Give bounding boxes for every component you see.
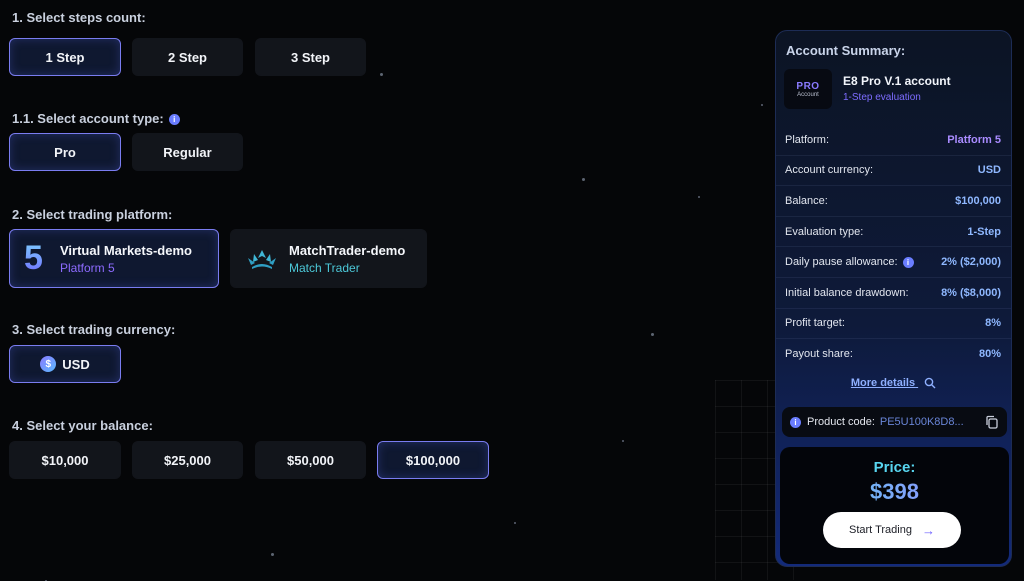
step-option-3[interactable]: 3 Step: [255, 38, 366, 76]
search-icon: [924, 377, 936, 389]
row-label: Initial balance drawdown:: [785, 286, 909, 299]
product-code-bar: i Product code: PE5U100K8D8...: [782, 407, 1007, 437]
currency-label: USD: [62, 356, 90, 372]
balance-title: 4. Select your balance:: [12, 418, 153, 433]
row-label: Daily pause allowance: i: [785, 256, 914, 268]
pro-account-logo: PRO Account: [784, 69, 832, 109]
row-value: 8% ($8,000): [941, 286, 1001, 299]
row-label: Profit target:: [785, 317, 845, 330]
balance-option-100000[interactable]: $100,000: [377, 441, 489, 479]
price-label: Price:: [873, 459, 916, 476]
logo-pro-text: PRO: [796, 80, 820, 92]
account-name: E8 Pro V.1 account: [843, 74, 951, 88]
summary-row-profit-target: Profit target: 8%: [776, 309, 1011, 340]
more-details-link[interactable]: More details: [776, 377, 1011, 389]
platform-option-matchtrader[interactable]: MatchTrader-demo Match Trader: [230, 229, 427, 288]
row-label-text: Daily pause allowance:: [785, 256, 898, 269]
row-label: Account currency:: [785, 164, 874, 177]
summary-row-balance: Balance: $100,000: [776, 186, 1011, 217]
row-label: Payout share:: [785, 348, 853, 361]
row-value: Platform 5: [947, 133, 1001, 146]
balance-option-50000[interactable]: $50,000: [255, 441, 366, 479]
summary-row-drawdown: Initial balance drawdown: 8% ($8,000): [776, 278, 1011, 309]
start-trading-label: Start Trading: [849, 524, 912, 536]
platform-name: MatchTrader-demo: [289, 242, 406, 258]
platform-sub: Match Trader: [289, 260, 360, 275]
summary-row-evaluation: Evaluation type: 1-Step: [776, 217, 1011, 248]
row-value: 2% ($2,000): [941, 256, 1001, 269]
steps-title: 1. Select steps count:: [12, 10, 146, 25]
arrow-right-icon: →: [921, 522, 935, 538]
row-value: USD: [977, 164, 1001, 177]
account-type-regular[interactable]: Regular: [132, 133, 243, 171]
balance-option-10000[interactable]: $10,000: [9, 441, 121, 479]
platform-name: Virtual Markets-demo: [60, 242, 192, 258]
step-option-2[interactable]: 2 Step: [132, 38, 243, 76]
account-type-title: 1.1. Select account type: i: [12, 111, 180, 126]
dollar-coin-icon: $: [40, 356, 57, 372]
info-icon[interactable]: i: [168, 114, 180, 126]
price-value: $398: [780, 479, 1009, 505]
row-value: $100,000: [955, 194, 1001, 207]
matchtrader-logo-icon: [248, 249, 276, 269]
currency-option-usd[interactable]: $ USD: [9, 345, 121, 383]
summary-title: Account Summary:: [786, 43, 906, 58]
platform-sub: Platform 5: [60, 260, 115, 275]
product-code-value: PE5U100K8D8...: [879, 416, 964, 428]
summary-row-payout: Payout share: 80%: [776, 339, 1011, 370]
product-code-label: Product code:: [807, 416, 875, 428]
platform-title: 2. Select trading platform:: [12, 207, 173, 222]
price-box: Price: $398 Start Trading →: [780, 447, 1009, 564]
account-type-title-text: 1.1. Select account type:: [12, 111, 164, 126]
row-label: Balance:: [785, 194, 828, 207]
start-trading-button[interactable]: Start Trading →: [823, 512, 961, 548]
row-value: 8%: [985, 317, 1001, 330]
account-sub: 1-Step evaluation: [843, 92, 921, 103]
info-icon[interactable]: i: [902, 256, 914, 268]
account-type-pro[interactable]: Pro: [9, 133, 121, 171]
summary-row-daily-pause: Daily pause allowance: i 2% ($2,000): [776, 247, 1011, 278]
currency-title: 3. Select trading currency:: [12, 322, 176, 337]
row-value: 1-Step: [967, 225, 1001, 238]
summary-row-currency: Account currency: USD: [776, 156, 1011, 187]
step-option-1[interactable]: 1 Step: [9, 38, 121, 76]
summary-row-platform: Platform: Platform 5: [776, 125, 1011, 156]
more-details-text: More details: [850, 377, 916, 389]
account-summary-panel: Account Summary: PRO Account E8 Pro V.1 …: [775, 30, 1012, 567]
copy-icon[interactable]: [985, 415, 999, 429]
balance-option-25000[interactable]: $25,000: [132, 441, 243, 479]
row-value: 80%: [978, 348, 1001, 361]
summary-rows: Platform: Platform 5 Account currency: U…: [776, 125, 1011, 370]
platform5-logo-icon: 5: [24, 239, 52, 278]
row-label: Evaluation type:: [785, 225, 864, 238]
info-icon[interactable]: i: [790, 416, 801, 428]
logo-account-text: Account: [797, 91, 819, 98]
platform-option-virtual-markets[interactable]: 5 Virtual Markets-demo Platform 5: [9, 229, 219, 288]
row-label: Platform:: [785, 133, 830, 146]
